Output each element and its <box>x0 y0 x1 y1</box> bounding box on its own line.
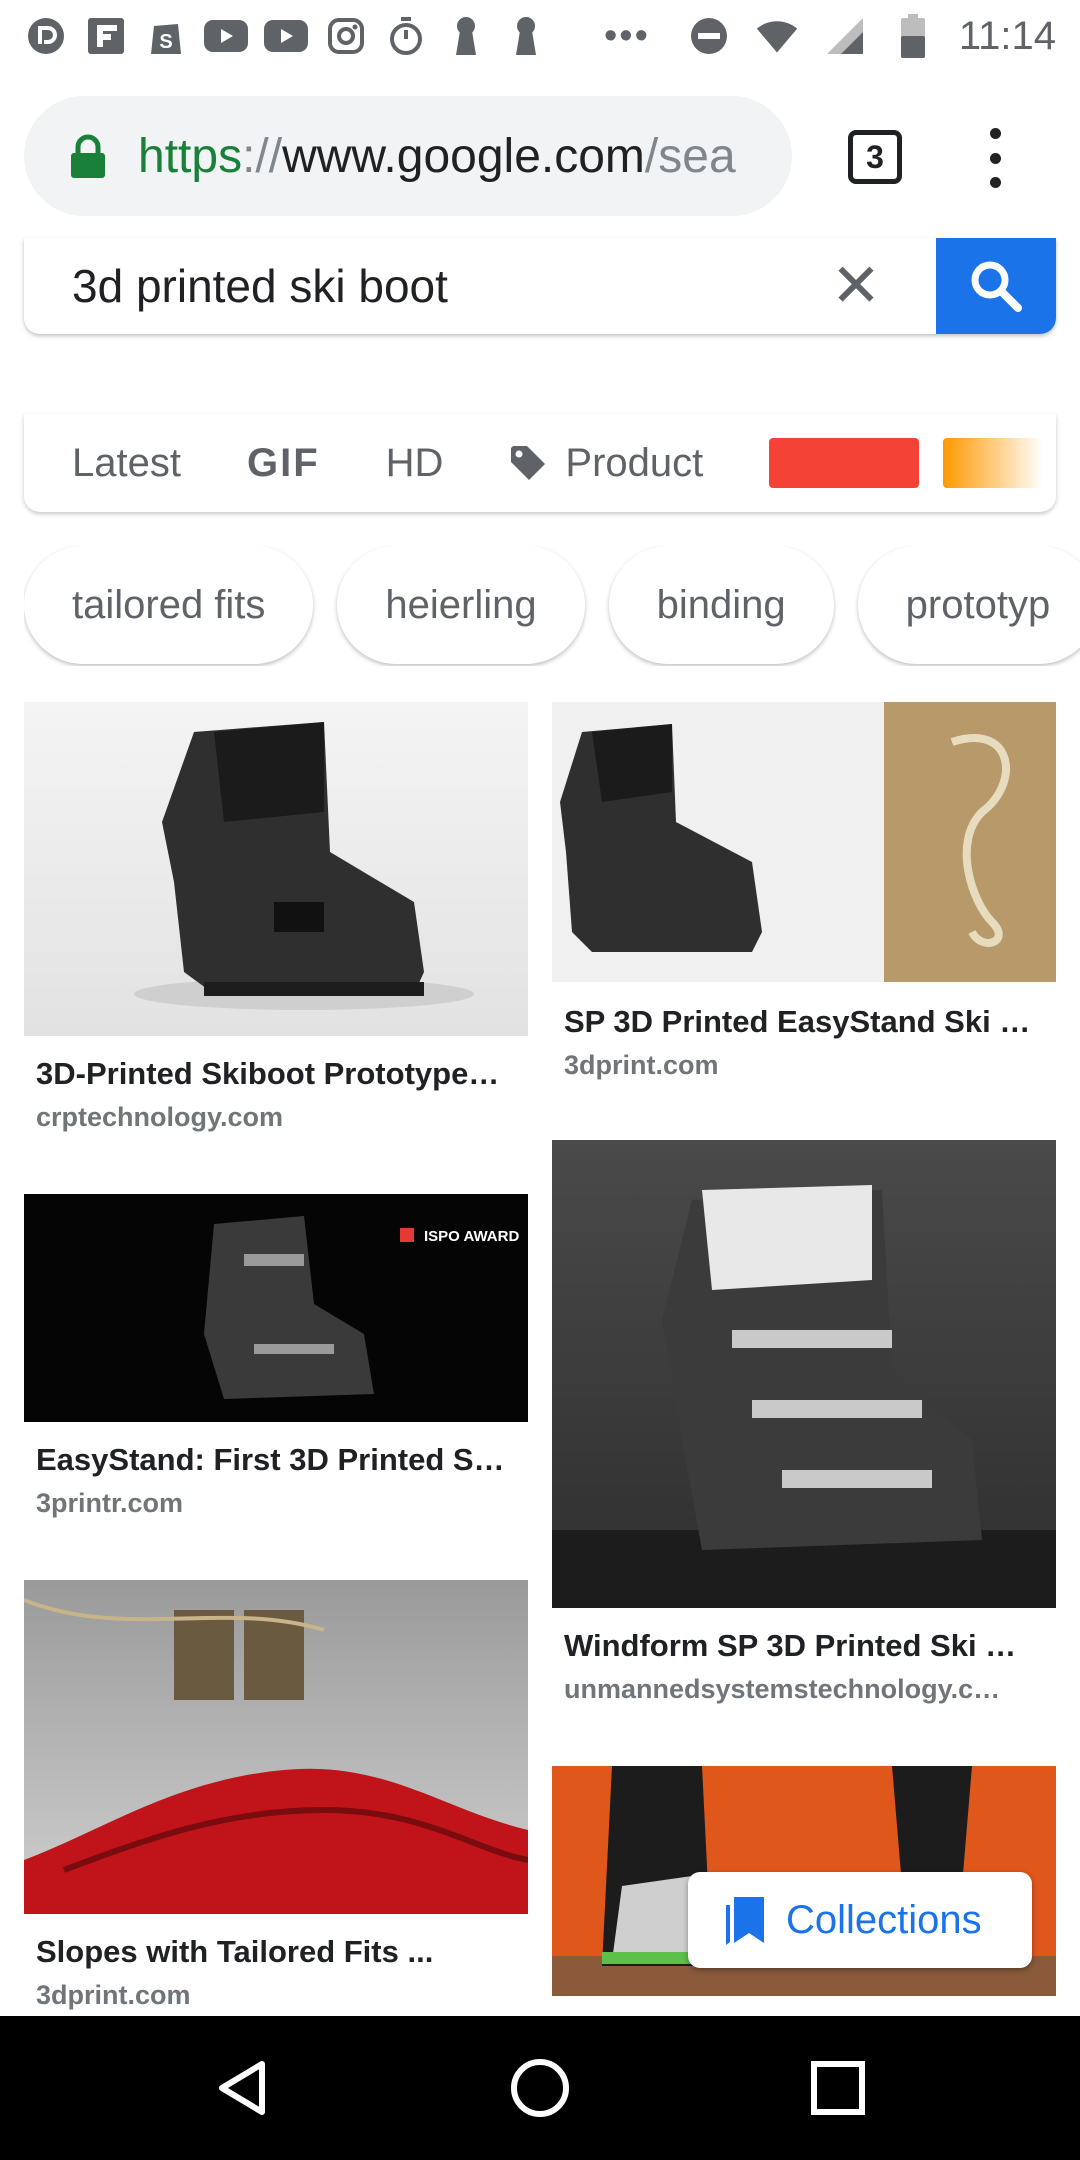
lock-icon <box>71 134 105 178</box>
color-filter-orange[interactable] <box>943 438 1044 488</box>
filter-latest[interactable]: Latest <box>72 441 181 486</box>
svg-text:S: S <box>159 31 172 53</box>
ski-boot-image <box>552 702 1056 982</box>
chip-tailored-fits[interactable]: tailored fits <box>24 546 314 664</box>
flipboard-icon <box>84 14 128 58</box>
chip-binding[interactable]: binding <box>608 546 834 664</box>
signal-icon <box>823 14 867 58</box>
chip-prototype[interactable]: prototyp <box>857 546 1080 664</box>
url-host: www.google.com <box>282 129 645 183</box>
result-title: 3D-Printed Skiboot Prototype… <box>36 1056 500 1091</box>
system-nav-bar <box>0 2016 1080 2160</box>
tag-icon <box>511 446 546 480</box>
result-thumbnail[interactable] <box>24 1580 528 1914</box>
search-box: 3d printed ski boot ✕ <box>24 238 1056 334</box>
search-input[interactable]: 3d printed ski boot <box>24 259 816 313</box>
youtube-icon <box>264 14 308 58</box>
ispo-award-logo: ISPO AWARD <box>424 1228 520 1245</box>
url-scheme: https <box>138 129 243 183</box>
image-result[interactable]: 3D-Printed Skiboot Prototype… crptechnol… <box>24 702 528 1142</box>
image-result[interactable]: ISPO AWARD EasyStand: First 3D Printed S… <box>24 1194 528 1534</box>
result-thumbnail[interactable]: ISPO AWARD <box>24 1194 528 1422</box>
filter-hd[interactable]: HD <box>386 441 444 486</box>
browser-toolbar: https://www.google.com/sea 3 <box>0 72 1080 242</box>
search-icon <box>971 261 1022 312</box>
printer-image <box>24 1598 528 1914</box>
result-source: unmannedsystemstechnology.c… <box>564 1674 1001 1704</box>
collections-button[interactable]: Collections <box>688 1872 1032 1968</box>
youtube-icon <box>204 14 248 58</box>
result-title: Windform SP 3D Printed Ski … <box>564 1628 1017 1663</box>
clear-search-icon[interactable]: ✕ <box>816 251 896 321</box>
more-notifications-icon: ••• <box>604 14 650 57</box>
pocket-casts-icon <box>24 14 68 58</box>
shopify-icon: S <box>144 14 188 58</box>
image-result[interactable]: Slopes with Tailored Fits ... 3dprint.co… <box>24 1580 528 2016</box>
result-source: crptechnology.com <box>36 1102 284 1132</box>
result-thumbnail[interactable] <box>552 1140 1056 1608</box>
keyhole-icon <box>444 14 488 58</box>
image-result[interactable]: Windform SP 3D Printed Ski … unmannedsys… <box>552 1140 1056 1720</box>
search-button[interactable] <box>936 238 1056 334</box>
url-text: https://www.google.com/sea <box>138 129 736 184</box>
filter-bar: Latest GIF HD Product <box>24 414 1056 512</box>
ski-boot-image <box>134 722 474 1010</box>
url-path: /sea <box>644 129 736 183</box>
color-filter-red[interactable] <box>769 438 920 488</box>
back-icon[interactable] <box>210 2056 274 2120</box>
result-thumbnail[interactable] <box>552 702 1056 982</box>
home-icon[interactable] <box>508 2056 572 2120</box>
related-searches: tailored fits heierling binding prototyp <box>24 546 1080 666</box>
chip-heierling[interactable]: heierling <box>337 546 585 664</box>
recents-icon[interactable] <box>806 2056 870 2120</box>
instagram-icon <box>324 14 368 58</box>
clock: 11:14 <box>958 13 1056 58</box>
result-title: EasyStand: First 3D Printed S… <box>36 1442 505 1477</box>
result-source: 3dprint.com <box>564 1050 719 1080</box>
filter-product-label: Product <box>565 440 704 485</box>
image-result[interactable]: SP 3D Printed EasyStand Ski … 3dprint.co… <box>552 702 1056 1092</box>
tab-switcher-button[interactable]: 3 <box>848 130 902 184</box>
result-source: 3printr.com <box>36 1488 184 1518</box>
result-title: Slopes with Tailored Fits ... <box>36 1934 434 1969</box>
address-bar[interactable]: https://www.google.com/sea <box>24 96 792 216</box>
battery-icon <box>891 14 935 58</box>
result-title: SP 3D Printed EasyStand Ski … <box>564 1004 1031 1039</box>
status-bar: S ••• 11:14 <box>0 0 1080 72</box>
result-thumbnail[interactable] <box>24 702 528 1036</box>
keyhole-icon <box>504 14 548 58</box>
collections-label: Collections <box>786 1897 982 1942</box>
ski-boot-image <box>552 1185 1056 1608</box>
do-not-disturb-icon <box>687 14 731 58</box>
notification-icons: S ••• <box>24 14 650 58</box>
stopwatch-icon <box>384 14 428 58</box>
collections-icon <box>726 1897 764 1945</box>
filter-product[interactable]: Product <box>509 441 703 486</box>
filter-gif[interactable]: GIF <box>247 441 320 486</box>
wifi-icon <box>755 14 799 58</box>
result-source: 3dprint.com <box>36 1980 191 2010</box>
url-separator: :// <box>242 129 283 183</box>
menu-icon[interactable] <box>980 128 1010 188</box>
